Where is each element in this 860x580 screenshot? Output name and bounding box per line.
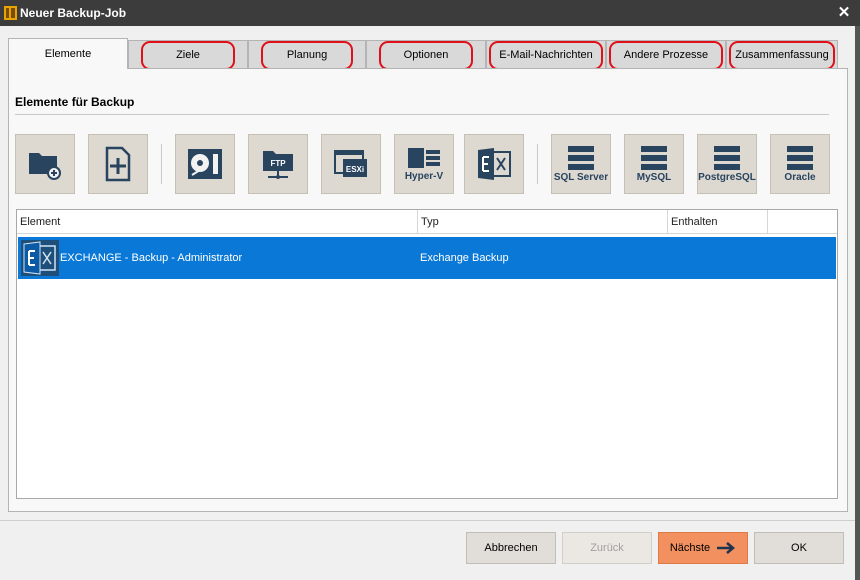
app-icon [4, 6, 17, 20]
cancel-label: Abbrechen [484, 542, 538, 554]
disk-image-icon [188, 149, 222, 179]
exchange-button[interactable] [464, 134, 524, 194]
exchange-icon [21, 240, 59, 276]
mysql-button[interactable]: MySQL [624, 134, 684, 194]
highlight-ring [609, 41, 723, 70]
arrow-right-icon [717, 542, 736, 554]
highlight-ring [489, 41, 603, 70]
esxi-icon: ESXi [334, 150, 367, 177]
footer-divider [0, 520, 855, 521]
row-type: Exchange Backup [420, 252, 509, 264]
back-label: Zurück [590, 542, 624, 554]
add-file-button[interactable] [88, 134, 148, 194]
ftp-text: FTP [270, 159, 286, 168]
esxi-button[interactable]: ESXi [321, 134, 381, 194]
oracle-icon [787, 145, 813, 170]
postgresql-button[interactable]: PostgreSQL [697, 134, 757, 194]
tab-ziele[interactable]: Ziele [128, 40, 248, 70]
elements-list[interactable]: Element Typ Enthalten EXCHANGE - Backup … [16, 209, 838, 499]
tab-label: Elemente [44, 48, 92, 60]
tool-label: Oracle [784, 171, 816, 183]
next-button[interactable]: Nächste [658, 532, 748, 564]
title-bar: Neuer Backup-Job ✕ [0, 0, 860, 26]
dialog-body: Elemente Ziele Planung Optionen E-Mail-N… [0, 26, 855, 580]
hyper-v-icon [408, 147, 440, 168]
close-icon: ✕ [837, 4, 851, 21]
add-file-icon [105, 146, 131, 182]
tool-label: Hyper-V [404, 170, 444, 182]
sql-server-icon [568, 145, 594, 170]
tab-elemente[interactable]: Elemente [8, 38, 128, 69]
section-title: Elemente für Backup [15, 95, 135, 109]
tool-label: PostgreSQL [698, 171, 756, 183]
section-divider [15, 114, 829, 115]
tool-label: SQL Server [553, 171, 609, 183]
tab-zusammenfassung[interactable]: Zusammenfassung [726, 40, 838, 70]
ok-label: OK [791, 542, 807, 554]
column-header-included[interactable]: Enthalten [668, 210, 768, 234]
ftp-icon: FTP [263, 151, 293, 179]
window-title: Neuer Backup-Job [20, 6, 127, 20]
highlight-ring [379, 41, 473, 70]
esxi-text: ESXi [346, 165, 364, 174]
list-header: Element Typ Enthalten [17, 210, 837, 234]
close-button[interactable]: ✕ [834, 3, 854, 23]
ftp-button[interactable]: FTP [248, 134, 308, 194]
back-button[interactable]: Zurück [562, 532, 652, 564]
add-folder-icon [29, 153, 61, 180]
column-header-element[interactable]: Element [17, 210, 418, 234]
tab-planung[interactable]: Planung [248, 40, 366, 70]
next-label: Nächste [669, 542, 711, 554]
tab-andere-prozesse[interactable]: Andere Prozesse [606, 40, 726, 70]
highlight-ring [141, 41, 235, 70]
window-edge [855, 26, 860, 580]
disk-image-button[interactable] [175, 134, 235, 194]
highlight-ring [729, 41, 835, 70]
ok-button[interactable]: OK [754, 532, 844, 564]
sql-server-button[interactable]: SQL Server [551, 134, 611, 194]
toolbar-separator [161, 144, 162, 184]
tab-optionen[interactable]: Optionen [366, 40, 486, 70]
exchange-icon [478, 148, 511, 180]
cancel-button[interactable]: Abbrechen [466, 532, 556, 564]
tool-label: MySQL [636, 171, 672, 183]
add-folder-button[interactable] [15, 134, 75, 194]
highlight-ring [261, 41, 353, 70]
tab-strip: Elemente Ziele Planung Optionen E-Mail-N… [8, 38, 848, 70]
tab-email[interactable]: E-Mail-Nachrichten [486, 40, 606, 70]
table-row[interactable]: EXCHANGE - Backup - Administrator Exchan… [18, 237, 836, 279]
mysql-icon [641, 145, 667, 170]
oracle-button[interactable]: Oracle [770, 134, 830, 194]
column-header-type[interactable]: Typ [418, 210, 668, 234]
hyper-v-button[interactable]: Hyper-V [394, 134, 454, 194]
toolbar-separator [537, 144, 538, 184]
row-element-name: EXCHANGE - Backup - Administrator [60, 252, 243, 264]
elements-panel: Elemente für Backup FTP ESXi Hyper-V SQL… [8, 68, 848, 512]
postgresql-icon [714, 145, 740, 170]
